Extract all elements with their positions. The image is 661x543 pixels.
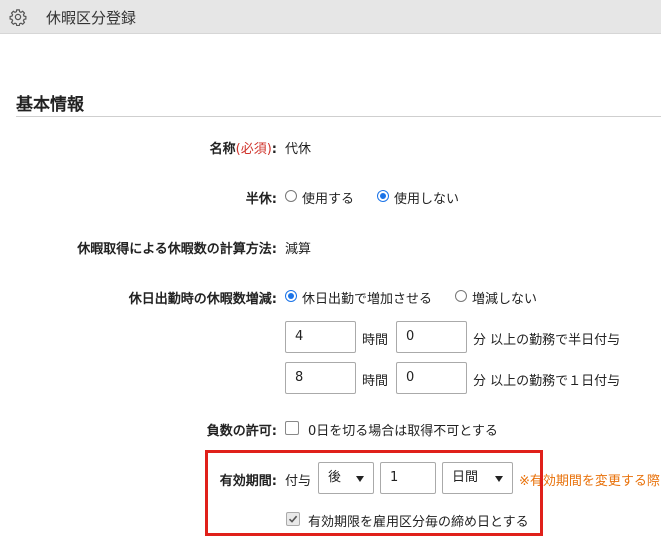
name-value: 代休 xyxy=(285,142,312,157)
validity-label: 有効期間: xyxy=(219,474,277,489)
validity-unit-value: 日間 xyxy=(452,470,479,485)
half-day-not-use-radio[interactable] xyxy=(377,190,389,202)
holiday-work-label: 休日出勤時の休暇数増減: xyxy=(128,292,277,307)
half-day-not-use-label: 使用しない xyxy=(394,192,460,207)
half-grant-suffix: 分 以上の勤務で半日付与 xyxy=(473,333,621,348)
validity-amount-input[interactable]: 1 xyxy=(380,462,436,494)
validity-direction-select[interactable]: 後 xyxy=(318,462,374,494)
holiday-work-no-change-radio[interactable] xyxy=(455,290,467,302)
full-grant-suffix: 分 以上の勤務で１日付与 xyxy=(473,374,621,389)
half-grant-minutes-input[interactable]: 0 xyxy=(396,321,467,353)
gear-icon[interactable] xyxy=(9,8,27,26)
calc-method-label: 休暇取得による休暇数の計算方法: xyxy=(77,242,277,257)
holiday-work-no-change-label: 増減しない xyxy=(472,292,538,307)
half-grant-hours-input[interactable]: 4 xyxy=(285,321,356,353)
chevron-down-icon xyxy=(356,476,364,482)
negative-checkbox[interactable] xyxy=(285,421,299,435)
negative-label: 負数の許可: xyxy=(206,424,277,439)
holiday-work-increase-radio[interactable] xyxy=(285,290,297,302)
negative-checkbox-label: 0日を切る場合は取得不可とする xyxy=(308,424,498,439)
validity-prefix: 付与 xyxy=(285,474,312,489)
full-grant-hours-unit: 時間 xyxy=(362,374,389,389)
holiday-work-increase-label: 休日出勤で増加させる xyxy=(302,292,433,307)
full-grant-minutes-input[interactable]: 0 xyxy=(396,362,467,394)
calc-method-value: 減算 xyxy=(285,242,312,257)
half-day-label: 半休: xyxy=(245,192,277,207)
title-bar: 休暇区分登録 xyxy=(0,0,661,34)
page-title: 休暇区分登録 xyxy=(46,9,137,27)
validity-note: ※有効期間を変更する際 xyxy=(519,474,660,489)
required-mark: (必須) xyxy=(235,142,272,157)
section-divider xyxy=(16,116,661,117)
closing-date-checkbox-label: 有効期限を雇用区分毎の締め日とする xyxy=(308,515,529,530)
name-label: 名称(必須): xyxy=(209,142,277,157)
validity-unit-select[interactable]: 日間 xyxy=(442,462,513,494)
half-grant-hours-unit: 時間 xyxy=(362,333,389,348)
check-icon xyxy=(288,515,298,523)
closing-date-checkbox[interactable] xyxy=(286,512,300,526)
full-grant-hours-input[interactable]: 8 xyxy=(285,362,356,394)
chevron-down-icon xyxy=(495,476,503,482)
validity-direction-value: 後 xyxy=(328,470,342,485)
half-day-use-radio[interactable] xyxy=(285,190,297,202)
half-day-use-label: 使用する xyxy=(302,192,355,207)
section-title: 基本情報 xyxy=(16,95,84,115)
